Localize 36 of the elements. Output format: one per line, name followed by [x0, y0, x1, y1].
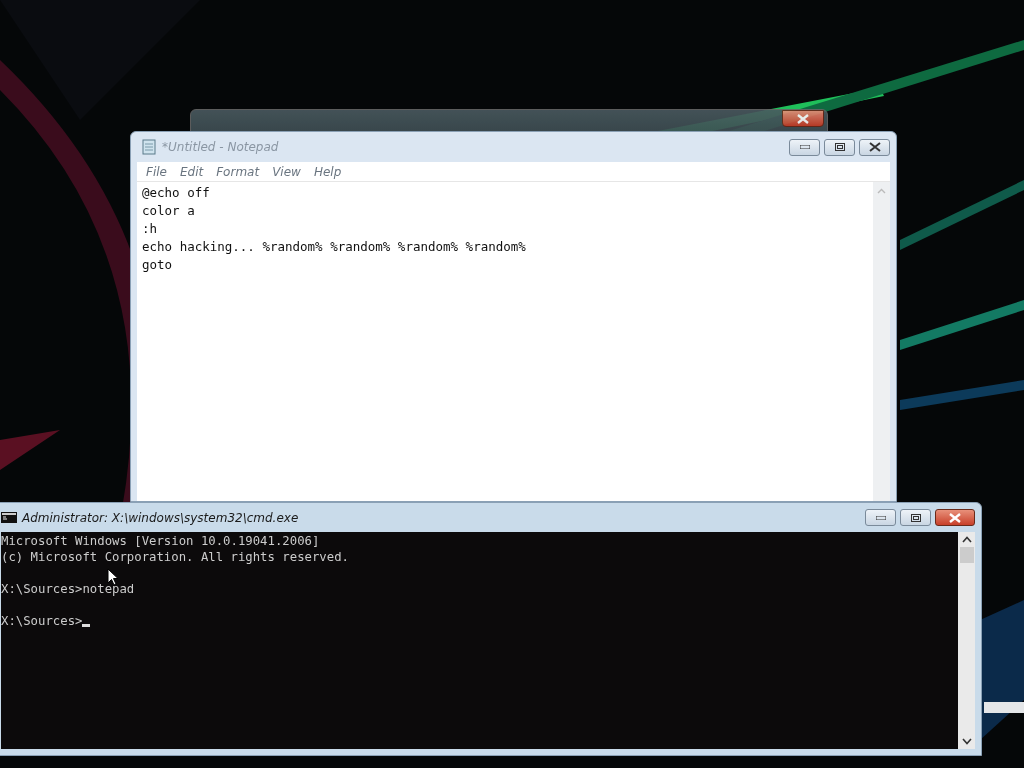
menu-item[interactable]: Edit — [174, 164, 212, 179]
notepad-icon — [141, 139, 157, 155]
console-line: (c) Microsoft Corporation. All rights reserved. — [1, 549, 349, 565]
menu-item[interactable]: Format — [211, 164, 268, 179]
text-line: goto — [142, 256, 174, 274]
scroll-thumb[interactable] — [959, 547, 974, 563]
scrollbar[interactable] — [958, 532, 975, 749]
close-button[interactable] — [782, 110, 824, 127]
text-line: echo hacking... %random% %random% %random% %random% — [142, 238, 527, 256]
text-line: color a — [142, 202, 196, 220]
maximize-icon — [834, 143, 845, 151]
text-line: :h — [142, 220, 159, 238]
scrollbar[interactable] — [873, 182, 890, 501]
close-icon — [868, 142, 881, 152]
maximize-icon — [910, 513, 921, 522]
console-icon — [1, 512, 17, 523]
mouse-pointer-icon — [107, 568, 119, 586]
text-area[interactable]: @echo off color a :h echo hacking... %random% %random% %random% %random% goto — [137, 181, 890, 501]
maximize-button[interactable] — [824, 138, 855, 156]
maximize-button[interactable] — [900, 509, 931, 526]
window-title: Administrator: X:\windows\system32\cmd.exe — [22, 510, 299, 525]
text-line: @echo off — [142, 184, 211, 202]
console-line: X:\Sources>notepad — [1, 581, 135, 597]
window-title: *Untitled - Notepad — [162, 140, 279, 154]
minimize-icon — [799, 145, 810, 149]
console-line: Microsoft Windows [Version 10.0.19041.2006] — [1, 533, 320, 549]
close-icon — [797, 113, 809, 124]
window-edge — [984, 702, 1024, 713]
minimize-icon — [875, 515, 886, 520]
menu-item[interactable]: Help — [308, 164, 350, 179]
close-button[interactable] — [935, 509, 975, 526]
menu-item[interactable]: File — [141, 164, 175, 179]
console-line: X:\Sources> — [1, 613, 83, 629]
close-icon — [949, 512, 961, 523]
menu-item[interactable]: View — [267, 164, 309, 179]
close-button[interactable] — [859, 138, 890, 156]
